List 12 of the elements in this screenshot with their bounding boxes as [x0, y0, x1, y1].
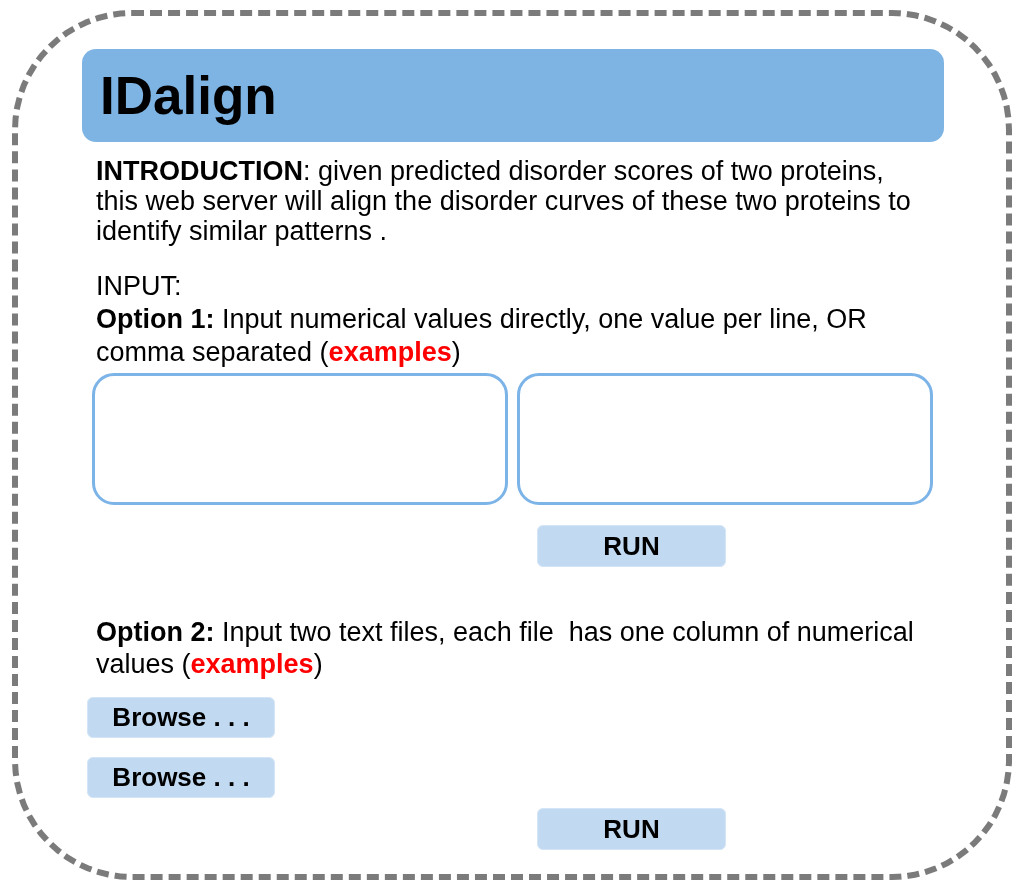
option-description: Option 1: Input numerical values directly, one value per line, OR comma separated (examples): [95, 303, 868, 369]
browse-button[interactable]: Browse . . .: [87, 757, 275, 798]
examples-link[interactable]: examples: [328, 337, 452, 367]
run-button[interactable]: RUN: [537, 808, 726, 850]
run-button[interactable]: RUN: [537, 525, 726, 567]
introduction-text: INTRODUCTION: given predicted disorder scores of two proteins, this web server will align the disorder curves of these two proteins to identify similar patterns .: [95, 156, 912, 246]
examples-link[interactable]: examples: [190, 649, 314, 679]
input-heading: INPUT:: [95, 270, 183, 303]
option-description: Option 2: Input two text files, each file has one column of numerical values (examples): [95, 616, 915, 680]
input-box[interactable]: [92, 373, 508, 505]
input-box[interactable]: [517, 373, 933, 505]
browse-button[interactable]: Browse . . .: [87, 697, 275, 738]
